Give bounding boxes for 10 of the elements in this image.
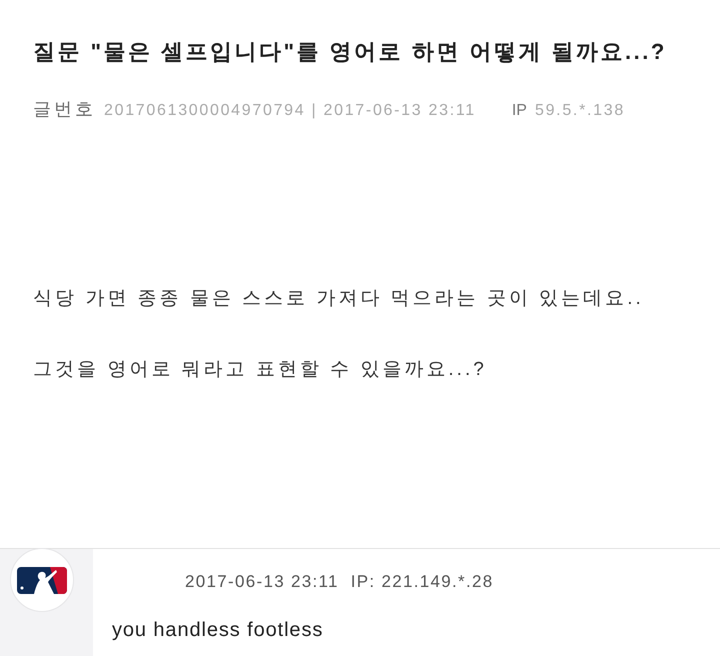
comment-date: 2017-06-13 23:11: [185, 572, 339, 592]
ip-label: IP: [512, 101, 527, 121]
post-paragraph: 식당 가면 종종 물은 스스로 가져다 먹으라는 곳이 있는데요..: [33, 287, 645, 311]
post-paragraph: 그것을 영어로 뭐라고 표현할 수 있을까요...?: [33, 358, 488, 382]
post-number-label: 글번호: [33, 98, 96, 120]
post-title: 질문 "물은 셀프입니다"를 영어로 하면 어떻게 될까요...?: [33, 38, 668, 66]
comment-ip: IP: 221.149.*.28: [350, 572, 494, 592]
ip-address: 59.5.*.138: [534, 101, 625, 121]
post-number-and-date: 2017061300004970794 | 2017-06-13 23:11: [104, 101, 476, 121]
comment-text: you handless footless: [112, 619, 324, 641]
